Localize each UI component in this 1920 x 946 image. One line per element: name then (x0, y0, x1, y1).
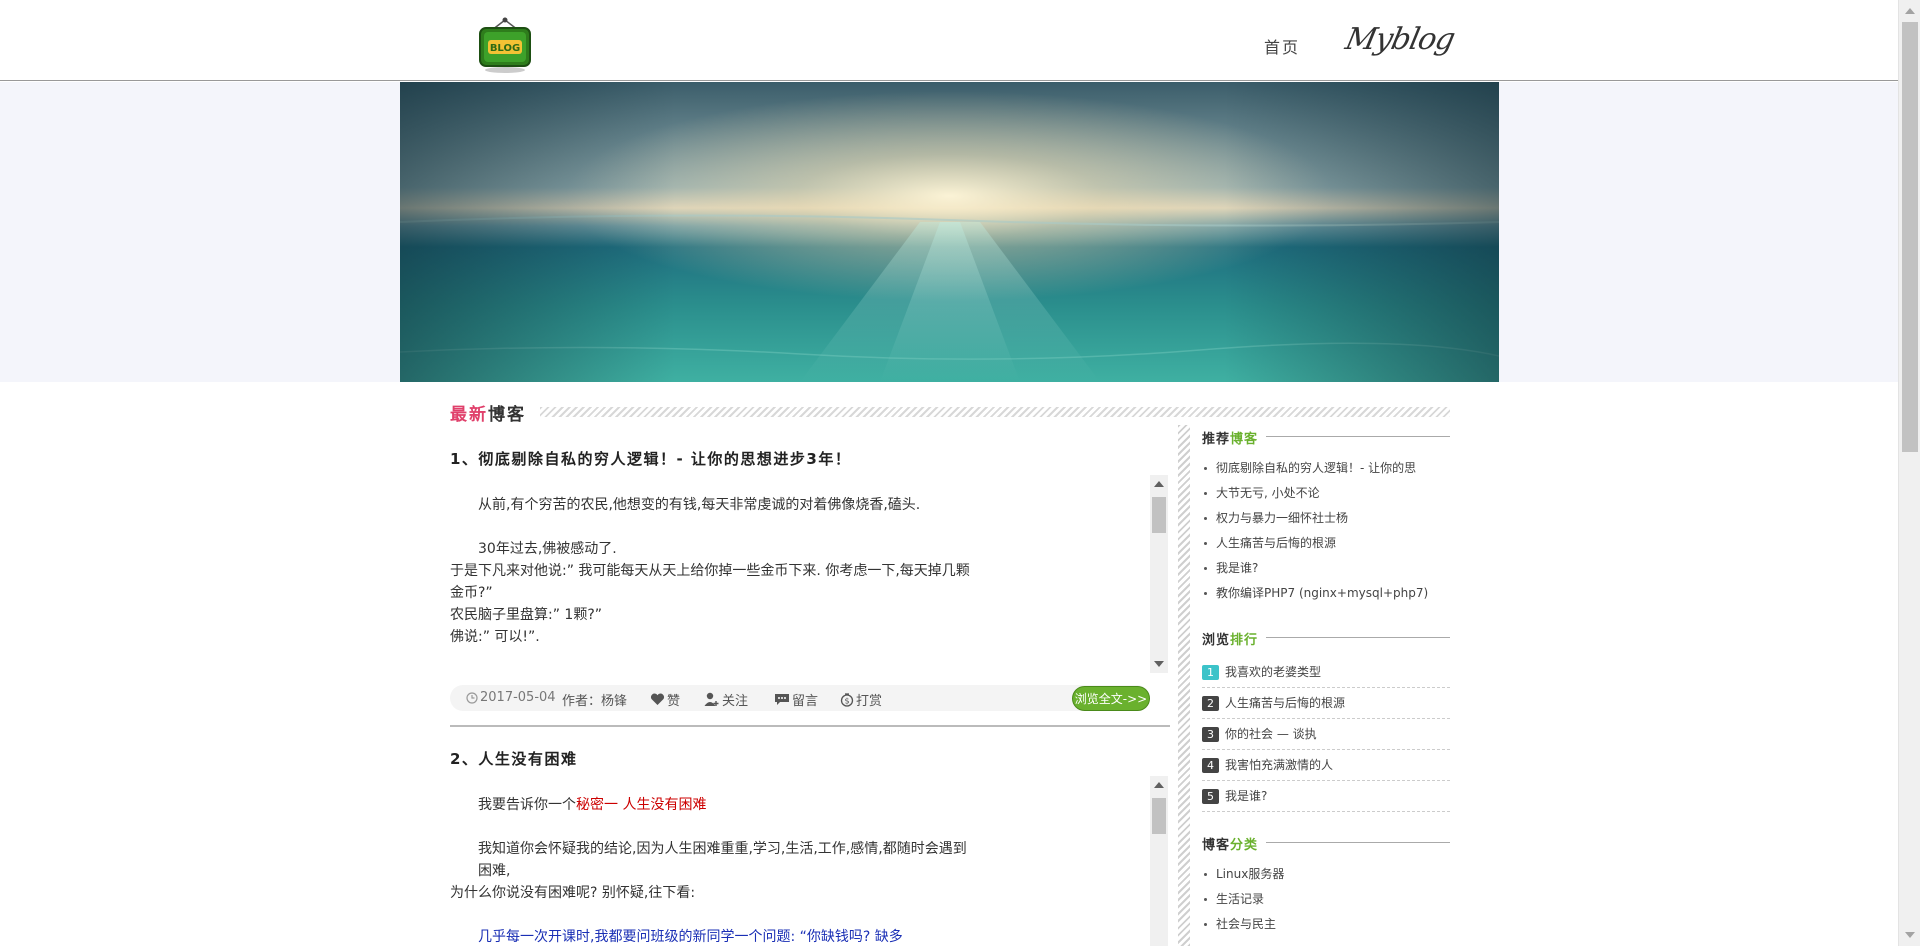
article-2-red-link[interactable]: 秘密一 人生没有困难 (576, 797, 706, 813)
heart-icon (650, 693, 665, 705)
recommend-item[interactable]: 我是谁? (1202, 558, 1428, 583)
blog-page: BLOG 首页 Myblog 最新博客 1、彻底剔除自私的穷人逻辑！- 让你的思… (0, 0, 1920, 946)
article-2-text: 我要告诉你一个 (478, 797, 576, 813)
coin-icon: $ (840, 692, 854, 707)
ranking-heading-b: 排行 (1230, 633, 1259, 648)
ranking-item[interactable]: 4 我害怕充满激情的人 (1202, 750, 1450, 781)
reward-button[interactable]: $ 打赏 (840, 690, 882, 709)
recommend-item[interactable]: 大节无亏, 小处不论 (1202, 483, 1428, 508)
like-label: 赞 (667, 694, 681, 709)
article-2-blue-text: 几乎每一次开课时,我都要问班级的新同学一个问题: “你缺钱吗? 缺多 (478, 929, 903, 945)
article-1-meta-bar: 2017-05-04 作者：杨锋 赞 关注 留言 $ 打赏 (450, 685, 1150, 711)
clock-icon (466, 691, 478, 704)
article-1-paragraph: 30年过去,佛被感动了. (478, 541, 617, 557)
reward-label: 打赏 (856, 694, 883, 709)
nav-home-link[interactable]: 首页 (1264, 34, 1300, 58)
recommend-heading-a: 推荐 (1202, 432, 1231, 447)
blog-logo-icon[interactable]: BLOG (474, 14, 536, 76)
category-heading-b: 分类 (1230, 838, 1259, 853)
read-more-button[interactable]: 浏览全文->> (1072, 686, 1150, 711)
recommend-item[interactable]: 教你编译PHP7 (nginx+mysql+php7) (1202, 583, 1428, 608)
recommend-item[interactable]: 人生痛苦与后悔的根源 (1202, 533, 1428, 558)
category-item[interactable]: Linux服务器 (1202, 864, 1284, 889)
follow-button[interactable]: 关注 (704, 690, 748, 709)
heading-rest: 博客 (488, 405, 526, 425)
article-2-scrollbar[interactable] (1150, 776, 1168, 946)
scroll-up-icon[interactable] (1905, 8, 1915, 14)
nav-myblog-link[interactable]: Myblog (1342, 22, 1457, 57)
logo-text: BLOG (490, 43, 520, 54)
recommend-list: 彻底剔除自私的穷人逻辑！- 让你的思 大节无亏, 小处不论 权力与暴力一细怀社士… (1202, 458, 1428, 608)
svg-text:$: $ (844, 696, 849, 705)
scroll-up-icon[interactable] (1154, 782, 1164, 788)
ranking-item[interactable]: 1 我喜欢的老婆类型 (1202, 657, 1450, 688)
ranking-list: 1 我喜欢的老婆类型 2 人生痛苦与后悔的根源 3 你的社会 — 谈执 4 我害怕充满激… (1202, 657, 1450, 812)
like-button[interactable]: 赞 (650, 690, 680, 709)
date-item: 2017-05-04 (466, 690, 556, 705)
category-item[interactable]: 社会与民主 (1202, 914, 1284, 939)
ranking-item[interactable]: 5 我是谁? (1202, 781, 1450, 812)
scroll-up-icon[interactable] (1154, 481, 1164, 487)
article-2-title[interactable]: 2、人生没有困难 (450, 748, 577, 769)
article-divider (450, 725, 1170, 727)
category-item[interactable]: 生活记录 (1202, 889, 1284, 914)
comment-label: 留言 (792, 694, 819, 709)
ranking-heading-a: 浏览 (1202, 633, 1231, 648)
article-1-body: 从前,有个穷苦的农民,他想变的有钱,每天非常虔诚的对着佛像烧香,磕头. 30年过… (450, 494, 1170, 648)
article-2-paragraph: 我要告诉你一个秘密一 人生没有困难 (450, 794, 1170, 816)
recommend-item[interactable]: 权力与暴力一细怀社士杨 (1202, 508, 1428, 533)
ranking-item-label: 我喜欢的老婆类型 (1225, 665, 1322, 679)
article-2-body: 我要告诉你一个秘密一 人生没有困难 我知道你会怀疑我的结论,因为人生困难重重,学… (450, 794, 1170, 946)
article-1-paragraph: 从前,有个穷苦的农民,他想变的有钱,每天非常虔诚的对着佛像烧香,磕头. (478, 497, 921, 513)
window-scrollbar[interactable] (1898, 0, 1920, 946)
scroll-down-icon[interactable] (1154, 661, 1164, 667)
ranking-item-label: 你的社会 — 谈执 (1225, 727, 1317, 741)
rank-number-badge: 1 (1202, 665, 1219, 680)
category-list: Linux服务器 生活记录 社会与民主 (1202, 864, 1284, 939)
article-date: 2017-05-04 (480, 690, 556, 705)
user-add-icon (704, 692, 719, 706)
sidebar-separator (1178, 425, 1190, 946)
banner-image (400, 82, 1499, 382)
article-1-paragraph: 农民脑子里盘算:” 1颗?” (450, 607, 603, 623)
ranking-item-label: 人生痛苦与后悔的根源 (1225, 696, 1346, 710)
rank-number-badge: 4 (1202, 758, 1219, 773)
scroll-down-icon[interactable] (1905, 932, 1915, 938)
ranking-heading: 浏览排行 (1202, 629, 1267, 648)
article-1-paragraph: 于是下凡来对他说:” 我可能每天从天上给你掉一些金币下来. 你考虑一下,每天掉几… (450, 563, 970, 601)
article-1-scrollbar[interactable] (1150, 475, 1168, 673)
author-item: 作者：杨锋 (562, 690, 627, 709)
article-1-paragraph: 佛说:” 可以!”. (450, 629, 540, 645)
site-header: BLOG 首页 Myblog (0, 0, 1898, 81)
ranking-item[interactable]: 3 你的社会 — 谈执 (1202, 719, 1450, 750)
follow-label: 关注 (722, 694, 749, 709)
article-2-paragraph: 为什么你说没有困难呢? 别怀疑,往下看: (450, 885, 696, 901)
scroll-thumb[interactable] (1902, 22, 1918, 452)
rank-number-badge: 3 (1202, 727, 1219, 742)
scroll-thumb[interactable] (1152, 497, 1166, 533)
scroll-thumb[interactable] (1152, 798, 1166, 834)
ranking-item-label: 我害怕充满激情的人 (1225, 758, 1334, 772)
rank-number-badge: 2 (1202, 696, 1219, 711)
heading-stripe (540, 407, 1450, 417)
comment-icon (775, 694, 789, 705)
article-1-title[interactable]: 1、彻底剔除自私的穷人逻辑！- 让你的思想进步3年！ (450, 448, 851, 469)
heading-highlight: 最新 (450, 405, 488, 425)
recommend-heading-b: 博客 (1230, 432, 1259, 447)
article-author: 作者：杨锋 (562, 694, 628, 709)
article-2-paragraph: 我知道你会怀疑我的结论,因为人生困难重重,学习,生活,工作,感情,都随时会遇到困… (478, 841, 967, 879)
category-heading: 博客分类 (1202, 834, 1267, 853)
rank-number-badge: 5 (1202, 789, 1219, 804)
comment-button[interactable]: 留言 (774, 690, 818, 709)
category-heading-a: 博客 (1202, 838, 1231, 853)
ranking-item[interactable]: 2 人生痛苦与后悔的根源 (1202, 688, 1450, 719)
recommend-heading: 推荐博客 (1202, 428, 1267, 447)
latest-blog-heading: 最新博客 (450, 400, 526, 425)
ranking-item-label: 我是谁? (1225, 789, 1268, 803)
recommend-item[interactable]: 彻底剔除自私的穷人逻辑！- 让你的思 (1202, 458, 1428, 483)
